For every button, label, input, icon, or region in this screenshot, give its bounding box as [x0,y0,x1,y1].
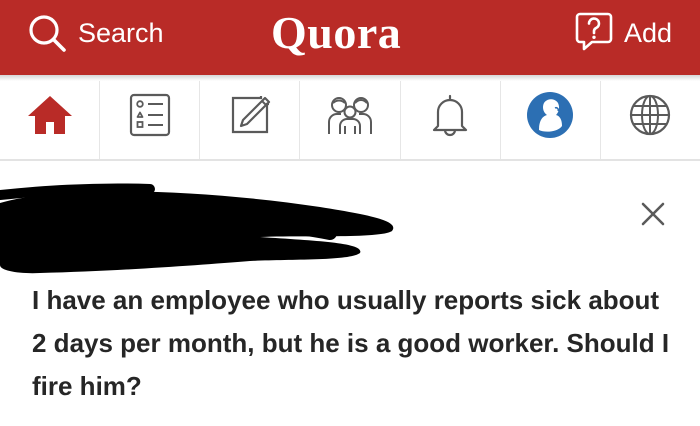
add-question-button[interactable]: Add [574,12,672,54]
close-icon [640,202,666,231]
bell-icon [430,92,470,143]
nav-item-spaces[interactable] [300,75,401,159]
home-icon [25,93,75,142]
top-bar: Search Quora Add [0,0,700,75]
nav-item-home[interactable] [0,75,101,159]
add-label: Add [624,17,673,48]
question-title[interactable]: I have an employee who usually reports s… [32,279,672,408]
globe-icon [627,92,673,143]
answer-list-icon [127,92,173,143]
close-button[interactable] [640,201,666,227]
nav-item-answer[interactable] [100,75,201,159]
pencil-icon [227,92,273,143]
nav-item-write[interactable] [200,75,301,159]
search-icon [26,12,68,54]
redacted-author-scribble [0,175,420,290]
add-question-icon [574,10,614,57]
nav-item-languages[interactable] [601,75,700,159]
search-button[interactable]: Search [26,12,164,54]
feed-card: I have an employee who usually reports s… [0,161,700,426]
nav-item-notifications[interactable] [401,75,501,159]
search-label: Search [78,17,164,48]
spaces-icon [325,92,375,143]
quora-logo[interactable]: Quora [271,6,401,59]
nav-item-profile[interactable] [501,75,601,159]
nav-bar [0,75,700,161]
avatar-icon [525,90,575,145]
